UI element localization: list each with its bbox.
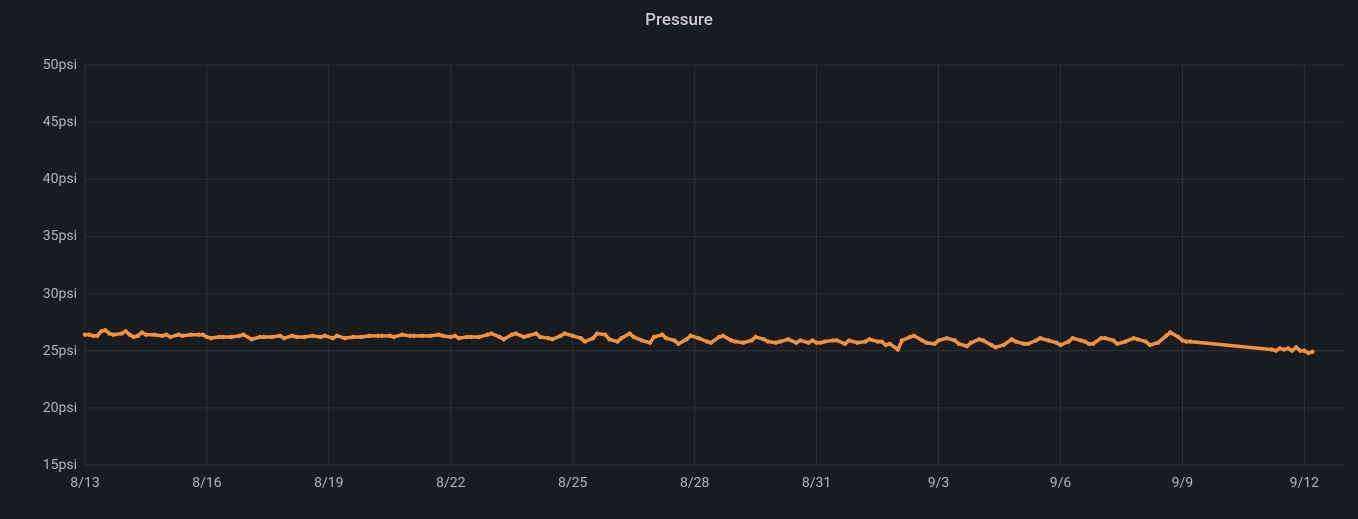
x-tick-label: 8/22 xyxy=(436,475,465,491)
x-tick-label: 8/16 xyxy=(192,475,221,491)
y-tick-label: 50psi xyxy=(0,57,77,73)
x-tick-label: 8/31 xyxy=(802,475,831,491)
x-tick-label: 9/3 xyxy=(928,475,950,491)
x-tick-label: 9/9 xyxy=(1172,475,1194,491)
y-tick-label: 45psi xyxy=(0,114,77,130)
y-tick-label: 20psi xyxy=(0,400,77,416)
y-tick-label: 25psi xyxy=(0,343,77,359)
x-tick-label: 8/28 xyxy=(680,475,709,491)
y-tick-label: 40psi xyxy=(0,171,77,187)
x-tick-label: 8/25 xyxy=(558,475,587,491)
y-tick-label: 30psi xyxy=(0,286,77,302)
y-tick-label: 15psi xyxy=(0,457,77,473)
x-tick-label: 9/6 xyxy=(1050,475,1072,491)
x-tick-label: 9/12 xyxy=(1290,475,1319,491)
x-tick-label: 8/19 xyxy=(314,475,343,491)
y-tick-label: 35psi xyxy=(0,228,77,244)
chart-plot-area[interactable] xyxy=(0,0,1358,519)
x-tick-label: 8/13 xyxy=(70,475,99,491)
pressure-chart-panel: Pressure 15psi20psi25psi30psi35psi40psi4… xyxy=(0,0,1358,519)
